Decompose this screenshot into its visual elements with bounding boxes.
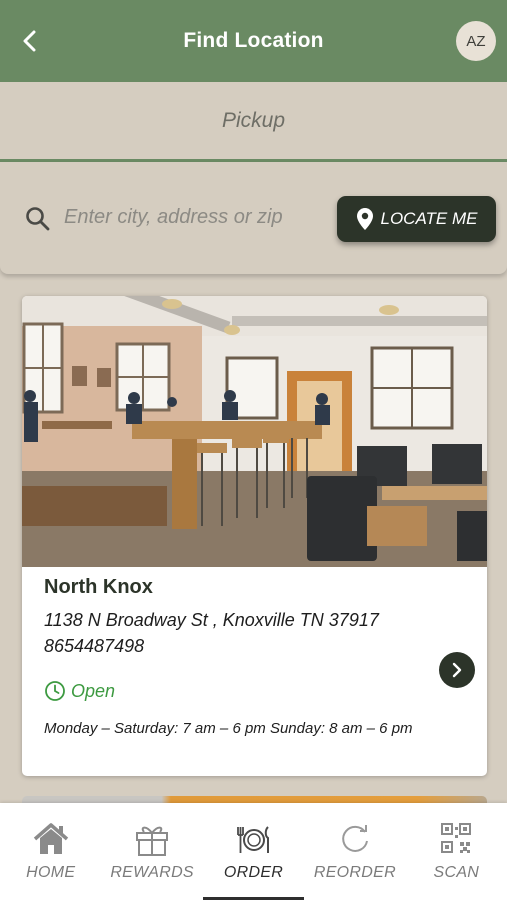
locate-me-button[interactable]: LOCATE ME bbox=[337, 196, 496, 242]
back-button[interactable] bbox=[14, 24, 46, 58]
location-photo bbox=[22, 296, 487, 567]
avatar[interactable]: AZ bbox=[456, 21, 496, 61]
location-name: North Knox bbox=[44, 576, 153, 598]
nav-rewards[interactable]: REWARDS bbox=[101, 803, 202, 900]
nav-rewards-label: REWARDS bbox=[110, 864, 194, 881]
nav-scan-label: SCAN bbox=[433, 864, 480, 881]
gift-icon bbox=[136, 826, 169, 856]
nav-order-label: ORDER bbox=[223, 864, 284, 881]
location-card[interactable]: North Knox 1138 N Broadway St , Knoxvill… bbox=[22, 296, 487, 776]
nav-reorder[interactable]: REORDER bbox=[304, 803, 405, 900]
search-icon bbox=[26, 207, 50, 231]
location-phone: 8654487498 bbox=[44, 636, 145, 656]
location-details: North Knox 1138 N Broadway St , Knoxvill… bbox=[22, 567, 487, 776]
chevron-left-icon bbox=[23, 30, 36, 52]
map-pin-icon bbox=[356, 208, 373, 230]
app-header: Find Location AZ bbox=[0, 0, 507, 82]
page-title: Find Location bbox=[183, 29, 324, 52]
nav-home-label: HOME bbox=[26, 864, 76, 881]
nav-home[interactable]: HOME bbox=[0, 803, 101, 900]
order-mode-bar[interactable]: Pickup bbox=[0, 82, 507, 162]
location-details-button[interactable] bbox=[439, 652, 475, 688]
refresh-icon bbox=[342, 825, 368, 852]
nav-reorder-label: REORDER bbox=[313, 864, 396, 881]
plate-cutlery-icon bbox=[236, 826, 269, 853]
nav-order[interactable]: ORDER bbox=[202, 803, 305, 900]
bottom-nav: HOME REWARDS ORDER REORDER SCAN bbox=[0, 803, 507, 900]
nav-scan[interactable]: SCAN bbox=[406, 803, 507, 900]
location-hours: Monday – Saturday: 7 am – 6 pm Sunday: 8… bbox=[44, 720, 413, 737]
clock-icon bbox=[45, 681, 65, 701]
qr-code-icon bbox=[441, 823, 472, 853]
home-icon bbox=[33, 823, 68, 854]
search-bar: LOCATE ME bbox=[0, 162, 507, 274]
search-input[interactable] bbox=[64, 198, 324, 236]
status-text: Open bbox=[71, 680, 116, 701]
order-mode-label: Pickup bbox=[221, 108, 286, 132]
location-address: 1138 N Broadway St , Knoxville TN 37917 bbox=[44, 610, 379, 630]
chevron-right-icon bbox=[452, 662, 462, 678]
locate-me-label: LOCATE ME bbox=[380, 209, 478, 228]
open-status: Open bbox=[44, 680, 115, 702]
